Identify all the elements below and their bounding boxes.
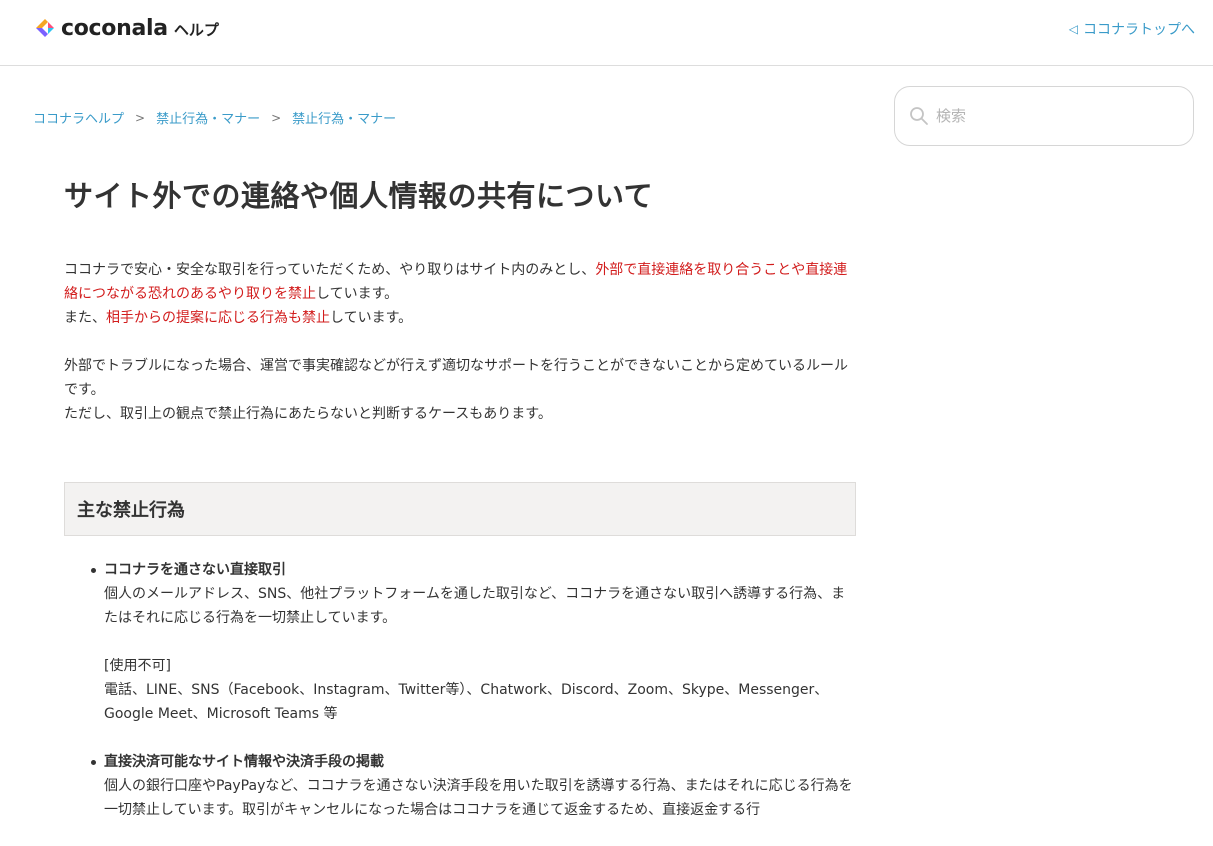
article-body: ココナラで安心・安全な取引を行っていただくため、やり取りはサイト内のみとし、外部… bbox=[64, 258, 856, 426]
page-title: サイト外での連絡や個人情報の共有について bbox=[64, 179, 654, 213]
breadcrumb-separator: > bbox=[135, 110, 146, 125]
triangle-left-icon: ◁ bbox=[1068, 22, 1078, 36]
section-heading: 主な禁止行為 bbox=[64, 482, 856, 536]
site-header: coconala ヘルプ ◁ ココナラトップへ bbox=[0, 0, 1213, 66]
prohibited-list: ココナラを通さない直接取引 個人のメールアドレス、SNS、他社プラットフォームを… bbox=[64, 558, 856, 822]
coconala-logo-icon bbox=[36, 19, 54, 37]
list-item-note-label: [使用不可] bbox=[104, 658, 171, 674]
intro-paragraph: ココナラで安心・安全な取引を行っていただくため、やり取りはサイト内のみとし、外部… bbox=[64, 258, 856, 330]
logo-suffix: ヘルプ bbox=[173, 20, 219, 39]
search-input[interactable] bbox=[936, 107, 1166, 125]
reason-text: 外部でトラブルになった場合、運営で事実確認などが行えず適切なサポートを行うことが… bbox=[64, 358, 848, 398]
coconala-top-link[interactable]: ◁ ココナラトップへ bbox=[1069, 19, 1195, 39]
breadcrumb-separator: > bbox=[271, 110, 282, 125]
breadcrumb-item-help-top[interactable]: ココナラヘルプ bbox=[33, 108, 124, 127]
breadcrumb-item-prohibited-sub[interactable]: 禁止行為・マナー bbox=[292, 108, 396, 127]
breadcrumb-item-prohibited[interactable]: 禁止行為・マナー bbox=[156, 108, 260, 127]
intro-text: ココナラで安心・安全な取引を行っていただくため、やり取りはサイト内のみとし、 bbox=[64, 262, 596, 278]
list-item-title: 直接決済可能なサイト情報や決済手段の掲載 bbox=[104, 754, 384, 770]
search-box[interactable] bbox=[894, 86, 1194, 146]
list-item-note-text: 電話、LINE、SNS（Facebook、Instagram、Twitter等）… bbox=[104, 682, 829, 722]
intro-text-2: また、 bbox=[64, 310, 106, 326]
coconala-help-logo[interactable]: coconala ヘルプ bbox=[33, 14, 219, 42]
reason-text-2: ただし、取引上の観点で禁止行為にあたらないと判断するケースもあります。 bbox=[64, 406, 552, 422]
coconala-top-link-label: ココナラトップへ bbox=[1083, 22, 1195, 38]
search-icon bbox=[910, 107, 928, 125]
intro-text-2-end: しています。 bbox=[330, 310, 413, 326]
breadcrumb: ココナラヘルプ > 禁止行為・マナー > 禁止行為・マナー bbox=[33, 108, 396, 128]
list-item-title: ココナラを通さない直接取引 bbox=[104, 562, 286, 578]
reason-paragraph: 外部でトラブルになった場合、運営で事実確認などが行えず適切なサポートを行うことが… bbox=[64, 354, 856, 426]
list-item-text: 個人のメールアドレス、SNS、他社プラットフォームを通した取引など、ココナラを通… bbox=[104, 586, 846, 626]
logo-wordmark: coconala bbox=[61, 15, 168, 41]
list-item: 直接決済可能なサイト情報や決済手段の掲載 個人の銀行口座やPayPayなど、ココ… bbox=[91, 750, 856, 822]
intro-text-end: しています。 bbox=[316, 286, 399, 302]
article: サイト外での連絡や個人情報の共有について ココナラで安心・安全な取引を行っていた… bbox=[64, 172, 856, 846]
intro-highlight-2: 相手からの提案に応じる行為も禁止 bbox=[106, 310, 330, 326]
list-item: ココナラを通さない直接取引 個人のメールアドレス、SNS、他社プラットフォームを… bbox=[91, 558, 856, 726]
list-item-text: 個人の銀行口座やPayPayなど、ココナラを通さない決済手段を用いた取引を誘導す… bbox=[104, 778, 853, 818]
